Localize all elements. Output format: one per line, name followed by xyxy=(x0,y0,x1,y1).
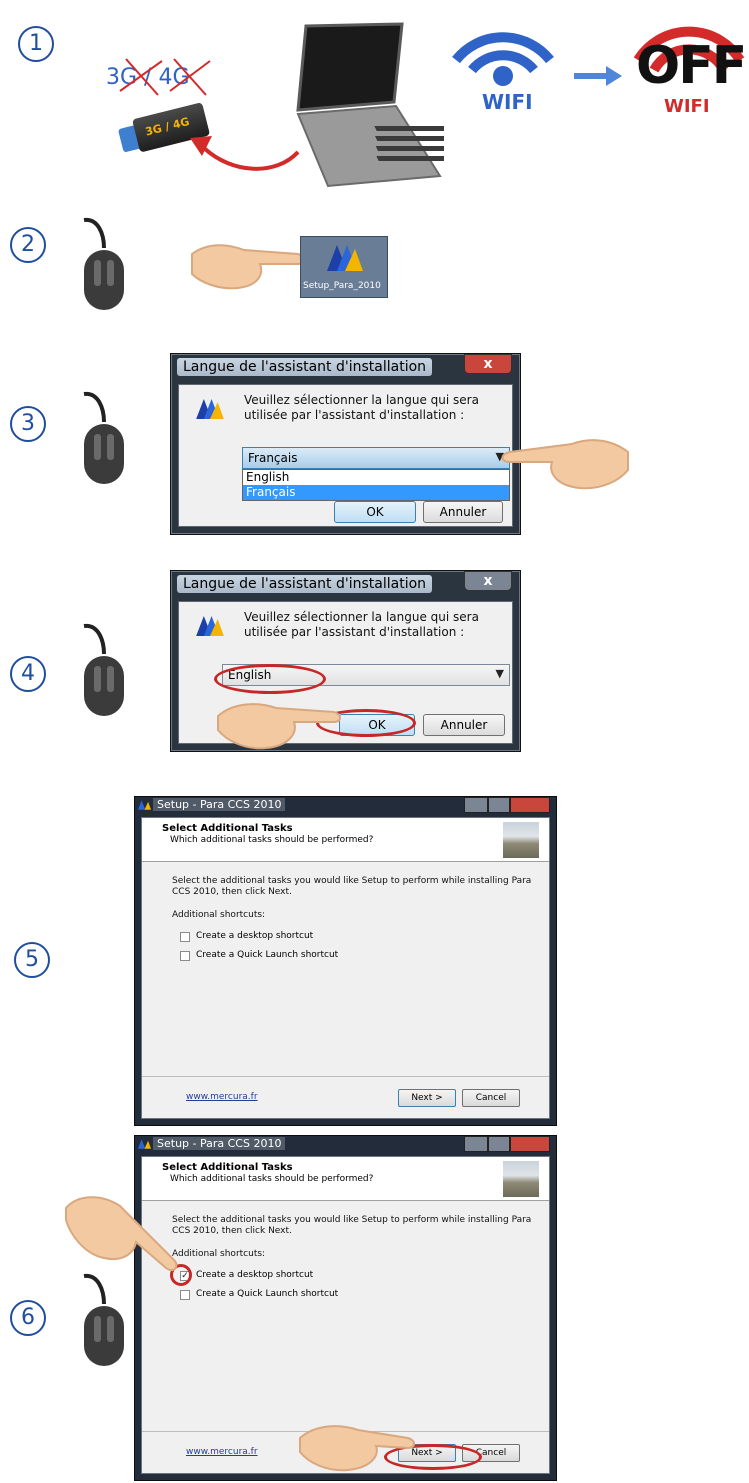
setup-desktop-icon[interactable]: Setup_Para_2010 xyxy=(300,236,388,298)
maximize-button[interactable] xyxy=(488,1136,510,1152)
cancel-button[interactable]: Cancel xyxy=(462,1089,520,1107)
header-image xyxy=(503,822,539,858)
dialog-message: Veuillez sélectionner la langue qui sera… xyxy=(244,393,479,422)
dialog-title: Langue de l'assistant d'installation xyxy=(177,358,433,376)
quicklaunch-shortcut-checkbox[interactable] xyxy=(180,1290,190,1300)
group-label: Additional shortcuts: xyxy=(172,910,266,920)
language-option-francais[interactable]: Français xyxy=(243,485,509,500)
app-logo-icon xyxy=(327,245,363,271)
header-image xyxy=(503,1161,539,1197)
cancel-button[interactable]: Annuler xyxy=(423,714,505,736)
quicklaunch-shortcut-label: Create a Quick Launch shortcut xyxy=(196,950,339,960)
wizard-intro: Select the additional tasks you would li… xyxy=(172,876,532,897)
language-dropdown-list: English Français xyxy=(242,469,510,501)
minimize-button[interactable] xyxy=(464,797,488,813)
wizard-client: Select Additional Tasks Which additional… xyxy=(141,817,550,1119)
close-button[interactable]: x xyxy=(464,571,512,591)
wizard-header-title: Select Additional Tasks xyxy=(162,823,293,834)
dialog-body: Veuillez sélectionner la langue qui sera… xyxy=(178,384,513,527)
step-number-1: 1 xyxy=(18,26,54,62)
minimize-button[interactable] xyxy=(464,1136,488,1152)
next-button[interactable]: Next > xyxy=(398,1089,456,1107)
mouse-icon xyxy=(83,391,124,484)
close-button[interactable] xyxy=(510,1136,550,1152)
wizard-footer: www.mercura.fr Next > Cancel xyxy=(142,1076,549,1118)
wizard-header: Select Additional Tasks Which additional… xyxy=(142,818,549,862)
app-logo-icon xyxy=(196,399,224,419)
quicklaunch-shortcut-checkbox[interactable] xyxy=(180,951,190,961)
step-number-6: 6 xyxy=(10,1300,46,1336)
step-number-5: 5 xyxy=(14,942,50,978)
dialog-title: Langue de l'assistant d'installation xyxy=(177,575,433,593)
dialog-message: Veuillez sélectionner la langue qui sera… xyxy=(244,610,479,639)
step-number-4: 4 xyxy=(10,656,46,692)
desktop-shortcut-label: Create a desktop shortcut xyxy=(196,931,314,941)
app-logo-icon xyxy=(138,1139,151,1149)
cross-out-icon xyxy=(119,58,211,96)
maximize-button[interactable] xyxy=(488,797,510,813)
website-link[interactable]: www.mercura.fr xyxy=(186,1447,258,1457)
app-logo-icon xyxy=(138,800,151,810)
close-button[interactable] xyxy=(510,797,550,813)
cancel-button[interactable]: Annuler xyxy=(423,501,503,523)
window-controls xyxy=(464,1136,550,1152)
group-label: Additional shortcuts: xyxy=(172,1249,266,1259)
wizard-intro: Select the additional tasks you would li… xyxy=(172,1215,532,1236)
laptop-icon xyxy=(296,22,444,188)
mouse-icon xyxy=(83,1273,124,1366)
desktop-shortcut-checkbox[interactable] xyxy=(180,932,190,942)
pointing-hand-icon xyxy=(217,703,341,750)
window-controls xyxy=(464,797,550,813)
chevron-down-icon[interactable]: ▼ xyxy=(496,667,504,681)
wizard-header-subtitle: Which additional tasks should be perform… xyxy=(170,835,374,845)
setup-wizard-step5: Setup - Para CCS 2010 Select Additional … xyxy=(134,796,557,1126)
pointing-hand-icon xyxy=(65,1196,178,1272)
pointing-hand-icon xyxy=(191,244,305,290)
crossed-3g-4g-label: 3G / 4G xyxy=(106,58,216,96)
step-number-3: 3 xyxy=(10,406,46,442)
wizard-header-title: Select Additional Tasks xyxy=(162,1162,293,1173)
window-title: Setup - Para CCS 2010 xyxy=(153,1137,286,1150)
wifi-on-icon: WIFI xyxy=(448,8,558,128)
close-button[interactable]: x xyxy=(464,354,512,374)
mouse-icon xyxy=(83,623,124,716)
app-logo-icon xyxy=(196,616,224,636)
pointing-hand-icon xyxy=(299,1425,415,1472)
wizard-header-subtitle: Which additional tasks should be perform… xyxy=(170,1174,374,1184)
ok-button[interactable]: OK xyxy=(334,501,416,523)
step-number-2: 2 xyxy=(10,227,46,263)
wifi-off-icon: OFF WIFI xyxy=(630,8,749,133)
highlight-ring-english xyxy=(214,664,326,694)
language-dialog-step3: Langue de l'assistant d'installation x V… xyxy=(170,353,521,535)
pointing-hand-icon xyxy=(501,439,629,490)
language-select[interactable]: Français ▼ xyxy=(242,447,510,469)
quicklaunch-shortcut-label: Create a Quick Launch shortcut xyxy=(196,1289,339,1299)
arrow-right-icon xyxy=(574,66,622,86)
website-link[interactable]: www.mercura.fr xyxy=(186,1092,258,1102)
desktop-shortcut-label: Create a desktop shortcut xyxy=(196,1270,314,1280)
mouse-icon xyxy=(83,217,124,310)
language-option-english[interactable]: English xyxy=(243,470,509,485)
window-title: Setup - Para CCS 2010 xyxy=(153,798,286,811)
wizard-header: Select Additional Tasks Which additional… xyxy=(142,1157,549,1201)
